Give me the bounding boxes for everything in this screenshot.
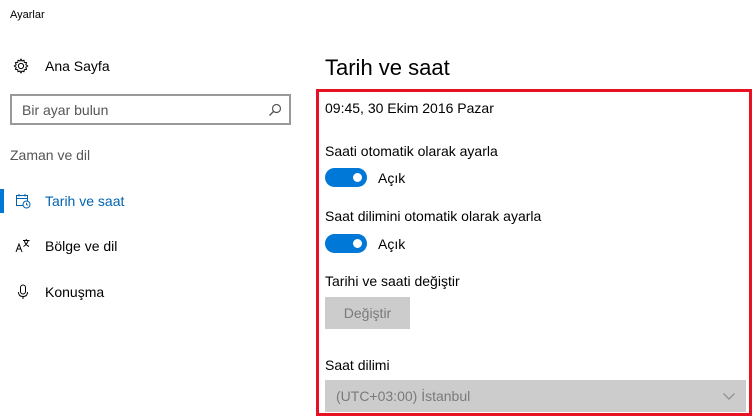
sidebar-item-home-label: Ana Sayfa xyxy=(45,58,110,74)
auto-time-state: Açık xyxy=(378,169,406,186)
language-icon xyxy=(14,237,32,255)
search-box[interactable] xyxy=(10,94,291,125)
sidebar-item-home[interactable]: Ana Sayfa xyxy=(12,56,110,76)
current-datetime: 09:45, 30 Ekim 2016 Pazar xyxy=(325,100,494,116)
sidebar-item-speech-label: Konuşma xyxy=(45,284,105,300)
chevron-down-icon xyxy=(722,389,736,403)
change-datetime-button[interactable]: Değiştir xyxy=(325,297,410,329)
auto-timezone-toggle[interactable] xyxy=(325,234,367,253)
gear-icon xyxy=(12,57,30,75)
microphone-icon xyxy=(14,283,32,301)
timezone-label: Saat dilimi xyxy=(325,357,390,373)
search-input[interactable] xyxy=(12,96,261,123)
selection-indicator xyxy=(0,189,4,213)
section-header: Zaman ve dil xyxy=(10,147,91,163)
timezone-select[interactable]: (UTC+03:00) İstanbul xyxy=(325,380,746,412)
page-title: Tarih ve saat xyxy=(325,55,450,80)
auto-time-label: Saati otomatik olarak ayarla xyxy=(325,143,498,159)
auto-timezone-state: Açık xyxy=(378,235,406,252)
timezone-value: (UTC+03:00) İstanbul xyxy=(336,388,471,404)
sidebar-item-date-time-label: Tarih ve saat xyxy=(45,193,125,209)
calendar-clock-icon xyxy=(14,192,32,210)
sidebar: Ana Sayfa Zaman ve dil Tarih ve saat xyxy=(0,0,305,420)
auto-time-toggle-row[interactable]: Açık xyxy=(325,168,405,187)
auto-timezone-toggle-row[interactable]: Açık xyxy=(325,234,405,253)
search-icon[interactable] xyxy=(261,96,289,123)
sidebar-item-region-language-label: Bölge ve dil xyxy=(45,238,118,254)
auto-timezone-label: Saat dilimini otomatik olarak ayarla xyxy=(325,208,542,224)
change-datetime-label: Tarihi ve saati değiştir xyxy=(325,273,460,289)
sidebar-item-region-language[interactable]: Bölge ve dil xyxy=(0,229,300,263)
auto-time-toggle[interactable] xyxy=(325,168,367,187)
sidebar-item-date-time[interactable]: Tarih ve saat xyxy=(0,184,300,218)
sidebar-item-speech[interactable]: Konuşma xyxy=(0,275,300,309)
